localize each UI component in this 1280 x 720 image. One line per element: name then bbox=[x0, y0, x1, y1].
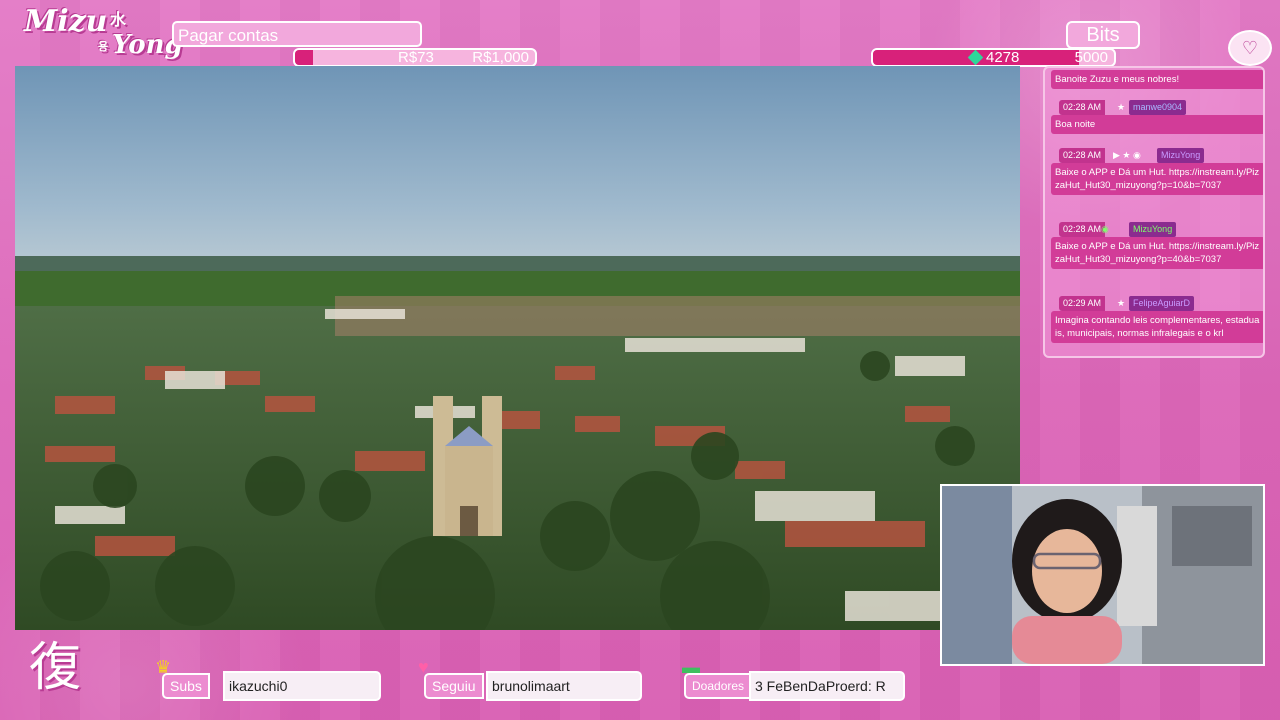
chat-message: 02:28 AM ◉ MizuYong Baixe o APP e Dá um … bbox=[1051, 222, 1263, 269]
latest-follow-value: brunolimaart bbox=[486, 671, 642, 701]
chat-timestamp: 02:28 AM bbox=[1059, 148, 1106, 163]
webcam-feed bbox=[940, 484, 1265, 666]
chat-message-text: Baixe o APP e Dá um Hut. https://instrea… bbox=[1051, 163, 1263, 195]
logo-hangul: 용 bbox=[98, 40, 109, 53]
bits-current: 4278 bbox=[986, 49, 1020, 66]
latest-sub-value: ikazuchi0 bbox=[223, 671, 381, 701]
chat-timestamp: 02:28 AM bbox=[1059, 100, 1106, 115]
chat-username[interactable]: FelipeAguiarD bbox=[1129, 296, 1195, 311]
logo-text-line1: Mizu bbox=[24, 4, 108, 39]
goal-progress-bar: R$73 R$1,000 bbox=[293, 48, 537, 67]
logo-kanji: 水 bbox=[110, 10, 127, 29]
badge-icon: ◉ bbox=[1101, 224, 1109, 234]
channel-logo: Mizu 水 용 Yong bbox=[24, 4, 183, 64]
badges-icon: ▶ ★ ◉ bbox=[1113, 150, 1141, 160]
kanji-logo-icon: 復 bbox=[28, 638, 81, 698]
follow-label: Seguiu bbox=[424, 673, 484, 699]
chat-message-text: Baixe o APP e Dá um Hut. https://instrea… bbox=[1051, 237, 1263, 269]
chat-message: 02:29 AM ★ FelipeAguiarD Imagina contand… bbox=[1051, 296, 1263, 343]
aerial-town-scene bbox=[15, 66, 1020, 630]
bits-progress-bar: 4278 5000 bbox=[871, 48, 1116, 67]
star-badge-icon: ★ bbox=[1117, 298, 1126, 308]
subs-label: Subs bbox=[162, 673, 210, 699]
chat-username[interactable]: MizuYong bbox=[1157, 148, 1205, 163]
star-badge-icon: ★ bbox=[1117, 102, 1126, 112]
goal-progress-fill bbox=[295, 50, 313, 65]
chat-message-text: Boa noite bbox=[1051, 115, 1263, 134]
chat-message-text: Banoite Zuzu e meus nobres! bbox=[1051, 70, 1263, 89]
chat-message: 02:28 AM ▶ ★ ◉ MizuYong Baixe o APP e Dá… bbox=[1051, 148, 1263, 195]
donors-label: Doadores bbox=[684, 673, 753, 699]
chat-message: Banoite Zuzu e meus nobres! bbox=[1051, 70, 1263, 89]
bits-title: Bits bbox=[1066, 21, 1140, 49]
goal-current: R$73 bbox=[398, 49, 434, 66]
chat-username[interactable]: manwe0904 bbox=[1129, 100, 1187, 115]
chat-timestamp: 02:29 AM bbox=[1059, 296, 1106, 311]
chat-message: 02:28 AM ★ manwe0904 Boa noite bbox=[1051, 100, 1263, 134]
stream-video bbox=[15, 66, 1020, 630]
bits-target: 5000 bbox=[1074, 49, 1108, 66]
chat-message-text: Imagina contando leis complementares, es… bbox=[1051, 311, 1263, 343]
latest-donor-value: 3 FeBenDaProerd: R bbox=[749, 671, 905, 701]
streamer-webcam bbox=[942, 486, 1263, 664]
chat-timestamp: 02:28 AM bbox=[1059, 222, 1106, 237]
goal-target: R$1,000 bbox=[472, 49, 529, 66]
chat-username[interactable]: MizuYong bbox=[1129, 222, 1177, 237]
chat-panel: Banoite Zuzu e meus nobres! 02:28 AM ★ m… bbox=[1043, 66, 1265, 358]
goal-title: Pagar contas bbox=[172, 21, 422, 47]
heart-chat-icon: ♡ bbox=[1228, 30, 1272, 66]
